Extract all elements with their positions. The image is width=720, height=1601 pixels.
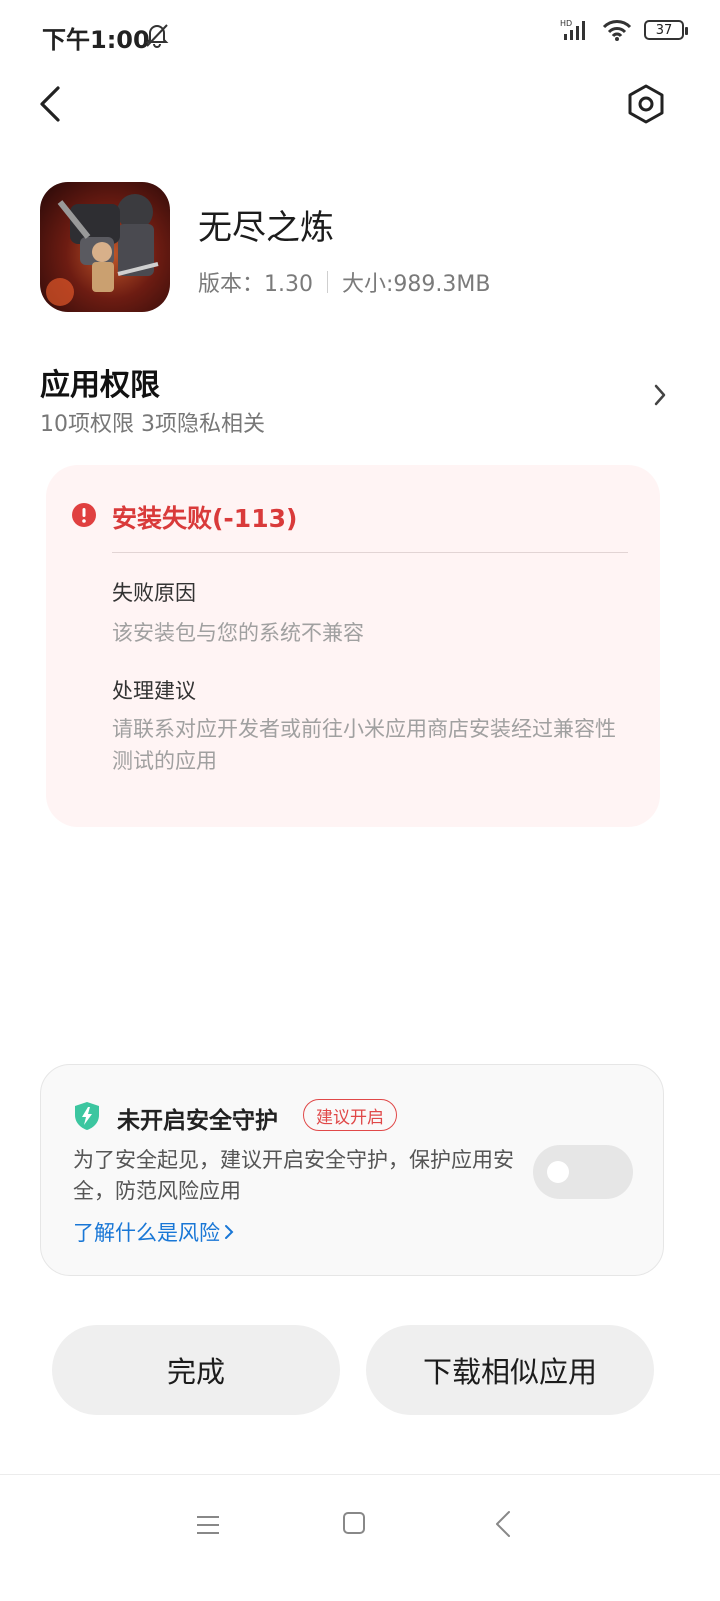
home-icon[interactable] <box>342 1511 366 1535</box>
app-meta: 版本：1.30 大小:989.3MB <box>198 266 490 298</box>
advice-label: 处理建议 <box>112 679 196 703</box>
toggle-knob <box>547 1161 569 1183</box>
security-description: 为了安全起见，建议开启安全守护，保护应用安全，防范风险应用 <box>73 1148 514 1203</box>
status-time: 下午1:00 <box>42 26 150 54</box>
meta-divider <box>327 271 328 293</box>
shield-icon <box>75 1102 99 1130</box>
error-title: 安装失败(-113) <box>112 504 298 533</box>
security-toggle[interactable] <box>533 1145 633 1199</box>
chevron-right-icon <box>654 384 666 406</box>
game-art-icon <box>46 194 159 306</box>
permissions-subtitle: 10项权限 3项隐私相关 <box>40 412 265 437</box>
notification-muted-icon <box>145 24 169 48</box>
app-size: 大小:989.3MB <box>342 272 491 297</box>
error-icon <box>72 503 96 527</box>
recommend-badge: 建议开启 <box>303 1099 397 1131</box>
network-type-label: HD <box>560 19 572 28</box>
learn-risk-link[interactable]: 了解什么是风险 <box>73 1217 234 1247</box>
failure-reason-text: 该安装包与您的系统不兼容 <box>112 621 364 645</box>
settings-icon[interactable] <box>626 84 666 124</box>
app-icon <box>40 182 170 312</box>
permissions-title: 应用权限 <box>40 368 160 403</box>
cellular-signal-icon: HD <box>560 19 585 40</box>
failure-reason-label: 失败原因 <box>112 581 196 605</box>
security-title: 未开启安全守护 <box>117 1108 278 1134</box>
learn-risk-link-text: 了解什么是风险 <box>73 1221 220 1245</box>
status-icons: HD 37 <box>560 18 688 42</box>
chevron-right-icon <box>225 1225 234 1239</box>
navigation-bar <box>0 1474 720 1601</box>
app-name: 无尽之炼 <box>198 208 334 248</box>
back-button[interactable] <box>30 82 74 126</box>
battery-indicator: 37 <box>644 20 688 40</box>
security-protection-card: 未开启安全守护 建议开启 为了安全起见，建议开启安全守护，保护应用安全，防范风险… <box>40 1064 664 1276</box>
nav-back-icon[interactable] <box>493 1509 513 1539</box>
download-similar-button[interactable]: 下载相似应用 <box>366 1325 654 1415</box>
error-divider <box>112 552 628 553</box>
app-permissions-row[interactable]: 应用权限 10项权限 3项隐私相关 <box>0 356 720 446</box>
done-button[interactable]: 完成 <box>52 1325 340 1415</box>
menu-icon[interactable] <box>195 1513 221 1537</box>
app-version: 版本：1.30 <box>198 272 313 297</box>
install-error-card: 安装失败(-113) 失败原因 该安装包与您的系统不兼容 处理建议 请联系对应开… <box>46 465 660 827</box>
advice-text: 请联系对应开发者或前往小米应用商店安装经过兼容性测试的应用 <box>112 717 616 773</box>
wifi-icon <box>602 20 632 41</box>
